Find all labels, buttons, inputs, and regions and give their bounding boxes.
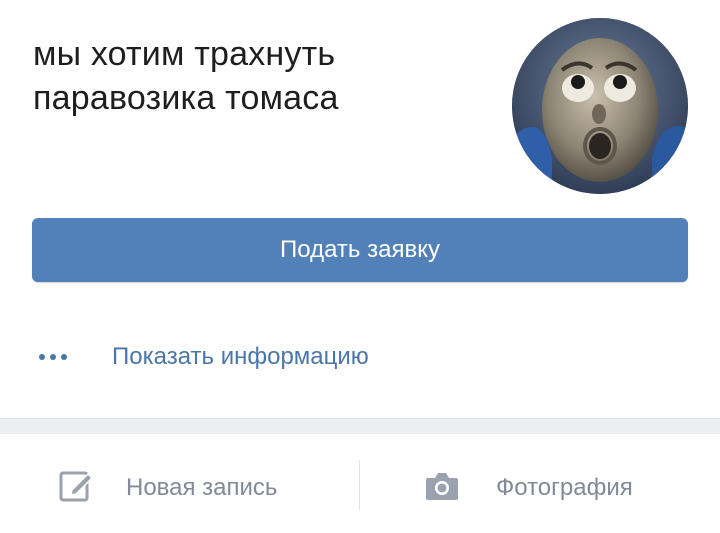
more-dots-icon xyxy=(39,354,67,360)
group-avatar[interactable] xyxy=(512,18,688,194)
section-divider xyxy=(0,418,720,434)
photo-label: Фотография xyxy=(496,474,633,501)
edit-icon xyxy=(59,471,94,502)
wall-action-bar: Новая запись Фотография xyxy=(0,434,720,533)
show-info-row[interactable]: Показать информацию xyxy=(32,330,688,384)
join-request-button[interactable]: Подать заявку xyxy=(32,218,688,282)
avatar-image xyxy=(512,18,688,194)
camera-icon xyxy=(426,473,458,500)
action-separator xyxy=(359,460,360,510)
new-post-label: Новая запись xyxy=(126,474,278,501)
new-post-button[interactable]: Новая запись xyxy=(58,458,318,512)
group-title: мы хотим трахнуть паравозика томаса xyxy=(33,35,339,117)
show-info-label: Показать информацию xyxy=(112,343,369,370)
photo-button[interactable]: Фотография xyxy=(424,458,684,512)
